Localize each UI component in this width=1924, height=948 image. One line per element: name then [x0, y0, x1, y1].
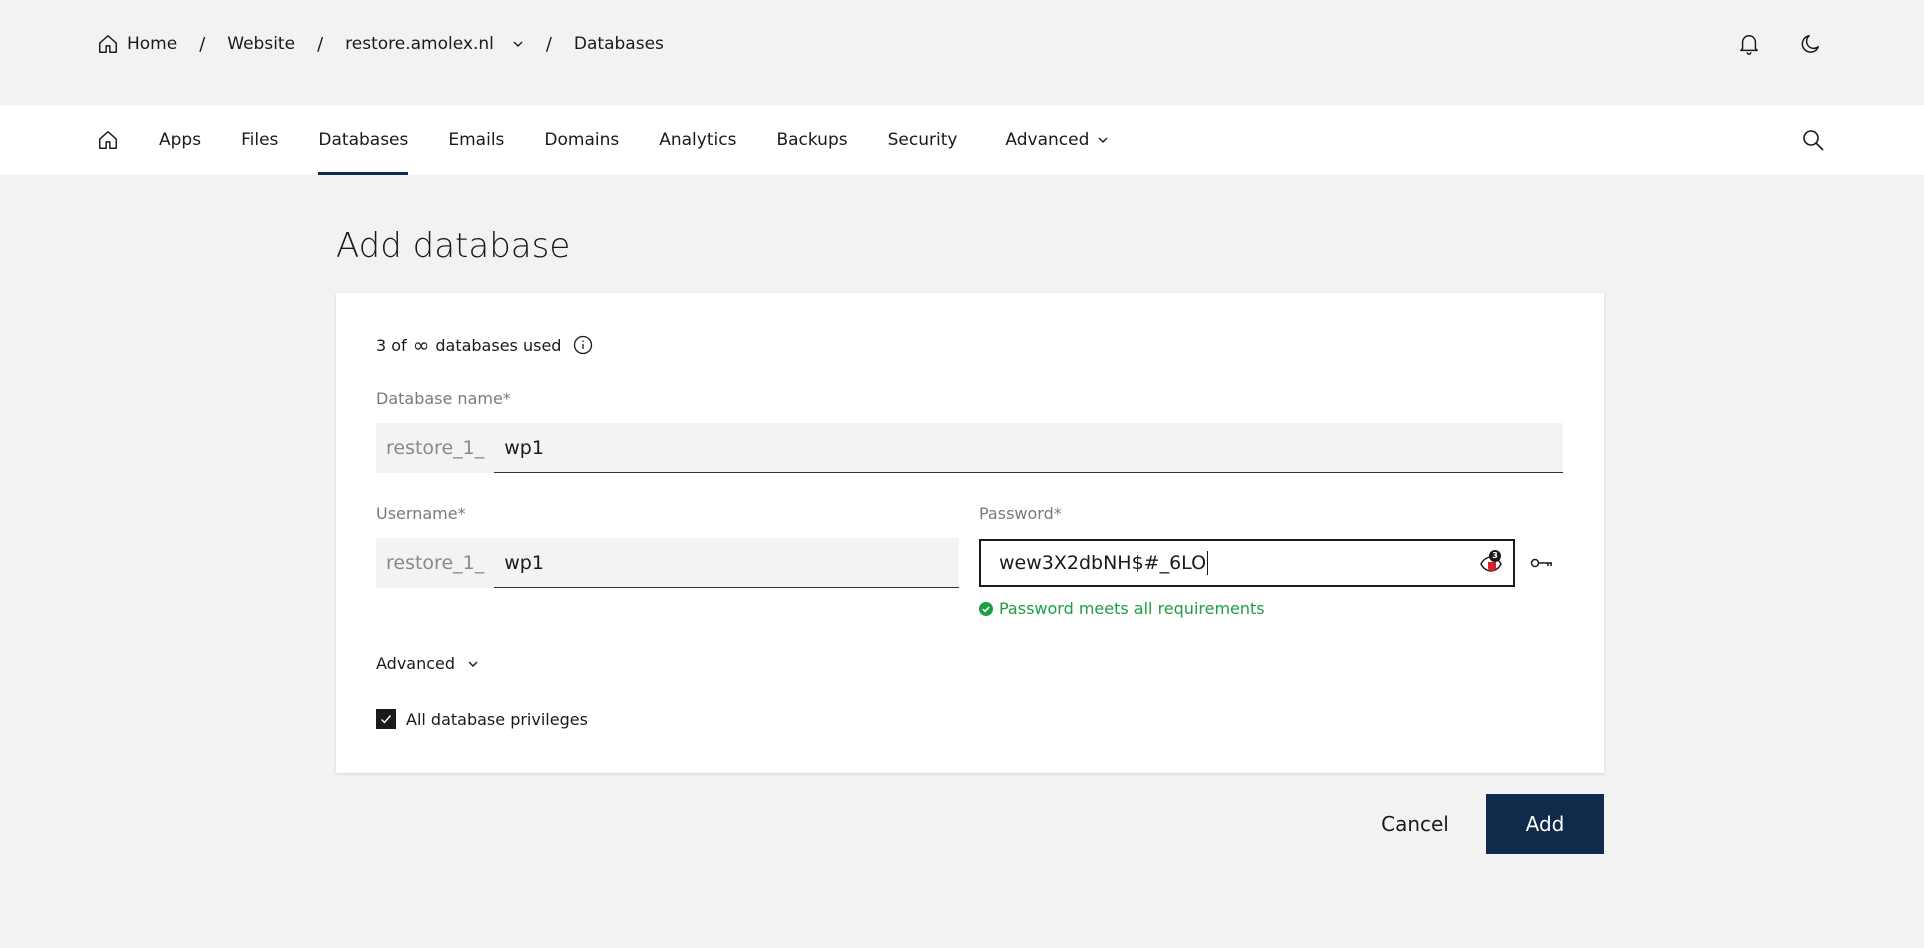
nav-databases[interactable]: Databases [318, 105, 408, 175]
password-label: Password* [979, 504, 1062, 523]
breadcrumb-home-label: Home [127, 34, 178, 54]
check-circle-icon [979, 601, 993, 616]
breadcrumb-home[interactable]: Home [97, 33, 177, 55]
database-name-input[interactable]: wp1 [494, 423, 1563, 473]
password-requirements-status: Password meets all requirements [979, 599, 1265, 618]
cancel-button[interactable]: Cancel [1362, 794, 1468, 854]
username-field[interactable]: restore_1_ wp1 [376, 538, 959, 588]
advanced-toggle[interactable]: Advanced [376, 654, 479, 673]
page-title: Add database [336, 226, 571, 266]
nav-analytics[interactable]: Analytics [659, 105, 736, 175]
all-privileges-option[interactable]: All database privileges [376, 709, 588, 729]
info-icon[interactable] [573, 335, 593, 355]
chevron-down-icon [467, 658, 479, 670]
key-icon[interactable] [1529, 552, 1555, 574]
breadcrumb-separator: / [545, 33, 552, 55]
password-input[interactable]: wew3X2dbNH$#_6LO 3 [979, 539, 1515, 587]
breadcrumb-separator: / [199, 33, 206, 55]
home-icon [97, 33, 119, 55]
add-button[interactable]: Add [1486, 794, 1604, 854]
breadcrumb: Home / Website / restore.amolex.nl / Dat… [97, 30, 664, 58]
search-icon[interactable] [1800, 127, 1826, 153]
nav-domains[interactable]: Domains [544, 105, 619, 175]
bell-icon[interactable] [1736, 30, 1762, 58]
nav-advanced-label: Advanced [1005, 130, 1090, 150]
add-database-form: 3 of ∞ databases used Database name* res… [336, 293, 1604, 773]
nav-advanced[interactable]: Advanced [1005, 105, 1109, 175]
nav-list: Apps Files Databases Emails Domains Anal… [97, 105, 1149, 175]
password-value: wew3X2dbNH$#_6LO [999, 552, 1207, 574]
nav-security[interactable]: Security [888, 105, 958, 175]
main-nav: Apps Files Databases Emails Domains Anal… [0, 105, 1924, 175]
username-label: Username* [376, 504, 466, 523]
breadcrumb-domain[interactable]: restore.amolex.nl [345, 34, 524, 54]
all-privileges-checkbox[interactable] [376, 709, 396, 729]
database-usage: 3 of ∞ databases used [376, 333, 593, 357]
nav-backups[interactable]: Backups [776, 105, 847, 175]
breadcrumb-domain-label: restore.amolex.nl [345, 34, 494, 54]
breadcrumb-bar: Home / Website / restore.amolex.nl / Dat… [0, 0, 1924, 105]
all-privileges-label: All database privileges [406, 709, 588, 729]
chevron-down-icon [1097, 134, 1109, 146]
breadcrumb-website[interactable]: Website [227, 34, 295, 54]
breadcrumb-databases[interactable]: Databases [574, 34, 664, 54]
usage-prefix: 3 of [376, 335, 407, 355]
nav-files[interactable]: Files [241, 105, 278, 175]
usage-suffix: databases used [435, 335, 562, 355]
nav-home[interactable] [97, 105, 119, 175]
infinity-symbol: ∞ [412, 333, 430, 357]
password-requirements-text: Password meets all requirements [999, 599, 1265, 618]
chevron-down-icon [512, 38, 524, 50]
nav-emails[interactable]: Emails [448, 105, 504, 175]
advanced-label: Advanced [376, 654, 456, 673]
breadcrumb-databases-label: Databases [573, 34, 664, 54]
home-icon [97, 129, 119, 151]
password-manager-badge: 3 [1489, 550, 1501, 562]
database-name-label: Database name* [376, 389, 511, 408]
database-name-field[interactable]: restore_1_ wp1 [376, 423, 1563, 473]
text-caret [1207, 551, 1209, 575]
breadcrumb-separator: / [317, 33, 324, 55]
username-prefix: restore_1_ [386, 552, 485, 574]
breadcrumb-website-label: Website [227, 34, 296, 54]
username-input[interactable]: wp1 [494, 538, 959, 588]
moon-icon[interactable] [1798, 30, 1824, 58]
nav-apps[interactable]: Apps [159, 105, 201, 175]
top-actions [1736, 30, 1824, 58]
database-name-prefix: restore_1_ [386, 437, 485, 459]
